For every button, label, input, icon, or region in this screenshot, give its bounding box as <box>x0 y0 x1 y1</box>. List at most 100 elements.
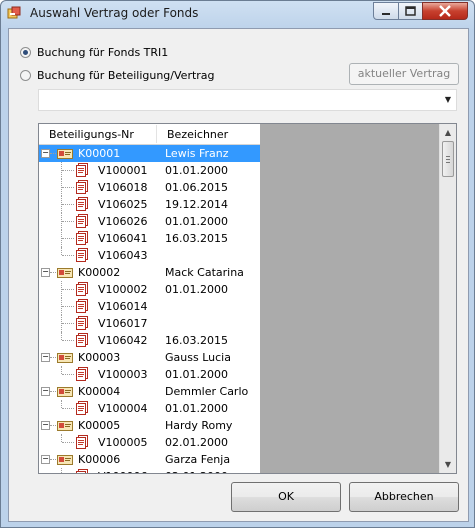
tree-connector <box>62 442 74 443</box>
bezeichner: Hardy Romy <box>165 419 233 432</box>
tree-node-vertrag[interactable]: V106018 01.06.2015 <box>39 179 260 196</box>
bezeichner: 01.01.2000 <box>165 402 228 415</box>
radio-vertrag[interactable]: Buchung für Beteiligung/Vertrag <box>20 69 215 82</box>
tree-node-kunde[interactable]: − K00001 Lewis Franz <box>39 145 260 162</box>
vertrag-nr: V106026 <box>98 215 148 228</box>
contract-document-icon <box>76 231 88 245</box>
tree-connector <box>61 400 62 408</box>
radio-fonds[interactable]: Buchung für Fonds TRI1 <box>20 46 168 59</box>
radio-vertrag-indicator[interactable] <box>20 70 31 81</box>
tree-connector <box>62 408 74 409</box>
abbrechen-button[interactable]: Abbrechen <box>349 482 459 512</box>
minimize-icon <box>382 13 390 15</box>
tree-node-vertrag[interactable]: V106025 19.12.2014 <box>39 196 260 213</box>
bezeichner: 16.03.2015 <box>165 232 228 245</box>
bezeichner: Mack Catarina <box>165 266 244 279</box>
vertrag-nr: V106014 <box>98 300 148 313</box>
beteiligungs-nr: K00004 <box>78 385 121 398</box>
maximize-button[interactable] <box>398 2 423 20</box>
contract-document-icon <box>76 197 88 211</box>
collapse-toggle-icon[interactable]: − <box>41 421 50 430</box>
tree-node-vertrag[interactable]: V106041 16.03.2015 <box>39 230 260 247</box>
vertrag-nr: V106042 <box>98 334 148 347</box>
column-header-bezeichner[interactable]: Bezeichner <box>167 128 228 141</box>
bezeichner: Gauss Lucia <box>165 351 231 364</box>
beteiligungs-tree[interactable]: Beteiligungs-Nr Bezeichner − K00001 Lewis … <box>38 123 457 474</box>
tree-connector <box>50 425 56 426</box>
minimize-button[interactable] <box>373 2 399 20</box>
tree-node-vertrag[interactable]: V100002 01.01.2000 <box>39 281 260 298</box>
tree-node-vertrag[interactable]: V106014 <box>39 298 260 315</box>
tree-node-vertrag[interactable]: V100005 02.01.2000 <box>39 434 260 451</box>
tree-connector <box>62 374 74 375</box>
vertrag-nr: V100003 <box>98 368 148 381</box>
tree-connector <box>61 468 62 473</box>
contract-document-icon <box>76 299 88 313</box>
collapse-toggle-icon[interactable]: − <box>41 268 50 277</box>
tree-node-kunde[interactable]: − K00003 Gauss Lucia <box>39 349 260 366</box>
grip-line <box>446 159 450 160</box>
scroll-down-icon[interactable]: ▼ <box>440 456 456 473</box>
tree-node-kunde[interactable]: − K00002 Mack Catarina <box>39 264 260 281</box>
tree-connector <box>62 187 74 188</box>
tree-node-kunde[interactable]: − K00005 Hardy Romy <box>39 417 260 434</box>
close-button[interactable] <box>422 2 468 20</box>
tree-node-vertrag[interactable]: V100004 01.01.2000 <box>39 400 260 417</box>
column-header-beteiligungs-nr[interactable]: Beteiligungs-Nr <box>49 128 134 141</box>
tree-connector <box>61 366 62 374</box>
contract-document-icon <box>76 367 88 381</box>
tree-node-kunde[interactable]: − K00004 Demmler Carlo <box>39 383 260 400</box>
tree-node-vertrag[interactable]: V100003 01.01.2000 <box>39 366 260 383</box>
collapse-toggle-icon[interactable]: − <box>41 353 50 362</box>
title-bar[interactable]: Auswahl Vertrag oder Fonds <box>1 1 474 27</box>
collapse-toggle-icon[interactable]: − <box>41 455 50 464</box>
bezeichner: Lewis Franz <box>165 147 229 160</box>
vertical-scrollbar[interactable]: ▲ ▼ <box>439 124 456 473</box>
contract-document-icon <box>76 214 88 228</box>
vertrag-combobox[interactable]: ▼ <box>38 89 457 111</box>
scroll-thumb[interactable] <box>442 141 454 177</box>
tree-connector <box>50 153 56 154</box>
contract-document-icon <box>76 248 88 262</box>
customer-card-icon <box>57 268 73 278</box>
radio-fonds-label: Buchung für Fonds TRI1 <box>37 46 169 59</box>
tree-node-kunde[interactable]: − K00006 Garza Fenja <box>39 451 260 468</box>
tree-connector <box>61 332 62 340</box>
collapse-toggle-icon[interactable]: − <box>41 149 50 158</box>
beteiligungs-nr: K00006 <box>78 453 121 466</box>
tree-rows: − K00001 Lewis Franz V100001 01.01.2000 V1060… <box>39 145 260 473</box>
vertrag-nr: V100004 <box>98 402 148 415</box>
beteiligungs-nr: K00001 <box>78 147 121 160</box>
tree-connector <box>62 289 74 290</box>
tree-node-vertrag[interactable]: V106042 16.03.2015 <box>39 332 260 349</box>
aktueller-vertrag-button[interactable]: aktueller Vertrag <box>349 63 459 85</box>
tree-connector <box>62 306 74 307</box>
radio-fonds-indicator[interactable] <box>20 47 31 58</box>
chevron-down-icon[interactable]: ▼ <box>440 90 456 110</box>
tree-connector <box>62 170 74 171</box>
tree-node-vertrag[interactable]: V106026 01.01.2000 <box>39 213 260 230</box>
tree-connector <box>62 238 74 239</box>
tree-header: Beteiligungs-Nr Bezeichner <box>39 124 260 145</box>
tree-node-vertrag[interactable]: V106017 <box>39 315 260 332</box>
contract-document-icon <box>76 469 88 473</box>
ok-button[interactable]: OK <box>231 482 341 512</box>
close-icon <box>439 5 451 17</box>
contract-document-icon <box>76 180 88 194</box>
collapse-toggle-icon[interactable]: − <box>41 387 50 396</box>
bezeichner: Demmler Carlo <box>165 385 249 398</box>
scroll-up-icon[interactable]: ▲ <box>440 124 456 141</box>
customer-card-icon <box>57 421 73 431</box>
customer-card-icon <box>57 149 73 159</box>
contract-document-icon <box>76 316 88 330</box>
form-app-icon <box>7 6 21 19</box>
bezeichner: 01.01.2000 <box>165 368 228 381</box>
bezeichner: 01.06.2015 <box>165 181 228 194</box>
tree-node-vertrag[interactable]: V106043 <box>39 247 260 264</box>
tree-node-vertrag[interactable]: V100006 02.01.2000 <box>39 468 260 473</box>
tree-node-vertrag[interactable]: V100001 01.01.2000 <box>39 162 260 179</box>
column-separator[interactable] <box>156 125 157 143</box>
tree-connector <box>62 221 74 222</box>
bezeichner: 01.01.2000 <box>165 215 228 228</box>
tree-connector <box>62 255 74 256</box>
